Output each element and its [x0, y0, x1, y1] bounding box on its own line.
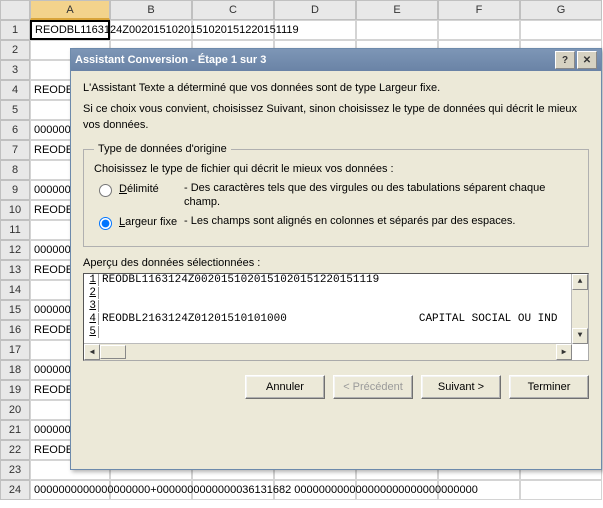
row-header-12[interactable]: 12: [0, 240, 30, 260]
row-header-2[interactable]: 2: [0, 40, 30, 60]
row-header-24[interactable]: 24: [0, 480, 30, 500]
row-header-13[interactable]: 13: [0, 260, 30, 280]
row-header-19[interactable]: 19: [0, 380, 30, 400]
row-header-20[interactable]: 20: [0, 400, 30, 420]
row-header-16[interactable]: 16: [0, 320, 30, 340]
row-header-17[interactable]: 17: [0, 340, 30, 360]
scroll-thumb[interactable]: [100, 345, 126, 359]
row-header-5[interactable]: 5: [0, 100, 30, 120]
preview-label: Aperçu des données sélectionnées :: [83, 257, 589, 269]
text-import-wizard-dialog: Assistant Conversion - Étape 1 sur 3 ? ✕…: [70, 48, 602, 470]
scroll-down-icon[interactable]: ▼: [572, 328, 588, 344]
preview-line: 4REODBL2163124Z01201510101000 CAPITAL SO…: [84, 313, 572, 326]
scroll-right-icon[interactable]: ▶: [556, 344, 572, 360]
dialog-title: Assistant Conversion - Étape 1 sur 3: [75, 54, 266, 66]
column-header-G[interactable]: G: [520, 0, 602, 20]
column-header-E[interactable]: E: [356, 0, 438, 20]
row-header-3[interactable]: 3: [0, 60, 30, 80]
row-header-21[interactable]: 21: [0, 420, 30, 440]
column-header-F[interactable]: F: [438, 0, 520, 20]
preview-line: 1REODBL1163124Z0020151020151020151220151…: [84, 274, 572, 287]
preview-horizontal-scrollbar[interactable]: ◀ ▶: [84, 343, 572, 360]
close-button[interactable]: ✕: [577, 51, 597, 69]
preview-line: 3: [84, 300, 572, 313]
cell-E1[interactable]: [356, 20, 438, 40]
column-header-A[interactable]: A: [30, 0, 110, 20]
preview-vertical-scrollbar[interactable]: ▲ ▼: [571, 274, 588, 344]
fixed-width-radio[interactable]: [99, 217, 112, 230]
cell-A24[interactable]: 0000000000000000000+00000000000000361316…: [30, 480, 110, 500]
cell-G24[interactable]: [520, 480, 602, 500]
row-header-18[interactable]: 18: [0, 360, 30, 380]
row-header-7[interactable]: 7: [0, 140, 30, 160]
column-header-D[interactable]: D: [274, 0, 356, 20]
original-data-type-group: Type de données d'origine Choisissez le …: [83, 143, 589, 247]
row-header-8[interactable]: 8: [0, 160, 30, 180]
column-header-C[interactable]: C: [192, 0, 274, 20]
cell-A1[interactable]: REODBL1163124Z00201510201510201512201511…: [30, 20, 110, 40]
row-header-1[interactable]: 1: [0, 20, 30, 40]
preview-line: 5: [84, 326, 572, 339]
fixed-width-desc: - Les champs sont alignés en colonnes et…: [184, 214, 578, 228]
group-prompt: Choisissez le type de fichier qui décrit…: [94, 163, 578, 175]
column-header-B[interactable]: B: [110, 0, 192, 20]
row-header-14[interactable]: 14: [0, 280, 30, 300]
help-button[interactable]: ?: [555, 51, 575, 69]
next-button[interactable]: Suivant >: [421, 375, 501, 399]
cell-G1[interactable]: [520, 20, 602, 40]
row-header-6[interactable]: 6: [0, 120, 30, 140]
intro-line-1: L'Assistant Texte a déterminé que vos do…: [83, 81, 589, 96]
row-header-22[interactable]: 22: [0, 440, 30, 460]
data-preview: 1REODBL1163124Z0020151020151020151220151…: [83, 273, 589, 361]
preview-line: 2: [84, 287, 572, 300]
cell-F1[interactable]: [438, 20, 520, 40]
back-button: < Précédent: [333, 375, 413, 399]
finish-button[interactable]: Terminer: [509, 375, 589, 399]
row-header-10[interactable]: 10: [0, 200, 30, 220]
scroll-up-icon[interactable]: ▲: [572, 274, 588, 290]
delimited-desc: - Des caractères tels que des virgules o…: [184, 181, 578, 210]
cancel-button[interactable]: Annuler: [245, 375, 325, 399]
row-header-9[interactable]: 9: [0, 180, 30, 200]
scroll-left-icon[interactable]: ◀: [84, 344, 100, 360]
row-header-23[interactable]: 23: [0, 460, 30, 480]
delimited-label[interactable]: Délimité: [119, 183, 159, 195]
intro-line-2: Si ce choix vous convient, choisissez Su…: [83, 102, 589, 133]
group-legend: Type de données d'origine: [94, 143, 231, 155]
row-header-15[interactable]: 15: [0, 300, 30, 320]
dialog-titlebar[interactable]: Assistant Conversion - Étape 1 sur 3 ? ✕: [71, 49, 601, 71]
fixed-width-label[interactable]: Largeur fixe: [119, 216, 177, 228]
row-header-11[interactable]: 11: [0, 220, 30, 240]
delimited-radio[interactable]: [99, 184, 112, 197]
select-all-corner[interactable]: [0, 0, 30, 20]
row-header-4[interactable]: 4: [0, 80, 30, 100]
